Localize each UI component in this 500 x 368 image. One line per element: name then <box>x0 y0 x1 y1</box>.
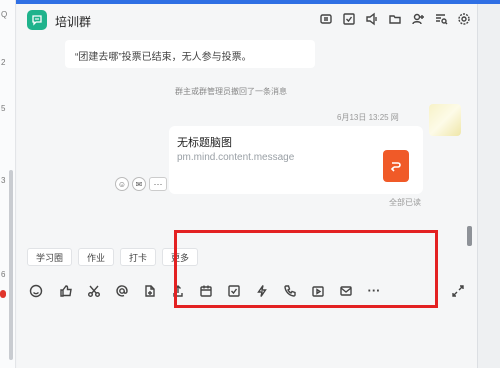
group-avatar[interactable] <box>27 10 47 30</box>
left-tick: 5 <box>1 104 6 113</box>
left-tick: 3 <box>1 176 6 185</box>
todo-icon[interactable] <box>342 12 356 26</box>
quick-tab-homework[interactable]: 作业 <box>78 248 115 266</box>
reaction-icon[interactable]: ☺ <box>115 177 129 191</box>
add-member-icon[interactable] <box>411 12 425 26</box>
left-tick: 6 <box>1 270 6 279</box>
search-history-icon[interactable] <box>434 12 448 26</box>
folder-icon[interactable] <box>388 12 402 26</box>
mindmap-file-icon <box>383 150 409 182</box>
system-notice: 群主或群管理员撤回了一条消息 <box>175 87 287 96</box>
left-tick: Q <box>1 10 8 19</box>
expand-icon[interactable] <box>451 284 465 298</box>
chat-panel: 培训群 “团建去哪”投票已结束，无人参与投票。 群主或群管理员撤回了一条消息 6… <box>17 4 477 368</box>
scissors-icon[interactable] <box>87 284 101 298</box>
left-scrollbar[interactable] <box>9 170 13 360</box>
like-icon[interactable] <box>59 284 73 298</box>
right-panel-edge <box>477 4 500 368</box>
header-toolbar <box>319 12 471 26</box>
group-title[interactable]: 培训群 <box>55 13 91 30</box>
left-session-strip: Q 2 5 3 6 <box>0 0 16 368</box>
card-title: 无标题脑图 <box>177 137 232 149</box>
settings-icon[interactable] <box>457 12 471 26</box>
more-actions-button[interactable]: ··· <box>149 177 167 191</box>
chat-bubble-icon <box>32 15 42 26</box>
unread-badge <box>0 290 6 298</box>
read-status[interactable]: 全部已读 <box>389 197 421 208</box>
vote-notice-bubble: “团建去哪”投票已结束，无人参与投票。 <box>65 40 315 68</box>
quick-tabs: 学习圈 作业 打卡 更多 <box>27 248 199 266</box>
message-actions: ☺ ✉ ··· <box>115 177 167 191</box>
quick-tab-checkin[interactable]: 打卡 <box>120 248 157 266</box>
emoji-icon[interactable] <box>29 284 43 298</box>
highlight-box <box>174 230 438 308</box>
message-meta: 6月13日 13:25 网 <box>337 113 399 122</box>
chat-scrollbar[interactable] <box>467 226 472 246</box>
card-subtitle: pm.mind.content.message <box>177 152 295 163</box>
announce-icon[interactable] <box>365 12 379 26</box>
left-tick: 2 <box>1 58 6 67</box>
mention-icon[interactable] <box>115 284 129 298</box>
reply-icon[interactable]: ✉ <box>132 177 146 191</box>
screen-share-icon[interactable] <box>319 12 333 26</box>
chat-header: 培训群 <box>17 4 477 36</box>
quick-tab-study[interactable]: 学习圈 <box>27 248 73 266</box>
mindmap-card[interactable]: 无标题脑图 pm.mind.content.message <box>169 126 423 194</box>
avatar[interactable] <box>429 104 461 136</box>
file-icon[interactable] <box>143 284 157 298</box>
